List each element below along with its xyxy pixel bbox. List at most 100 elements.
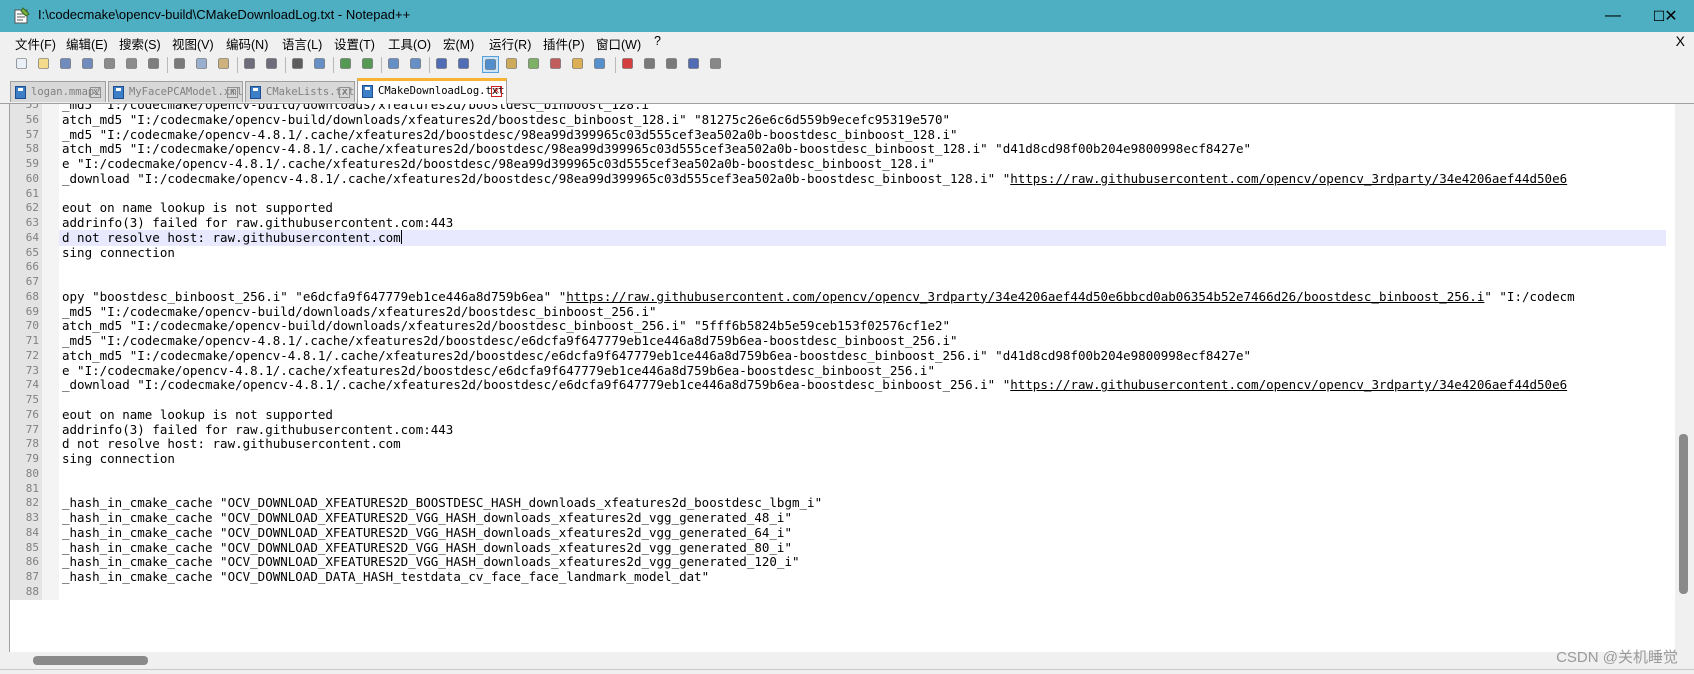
tab-close-icon[interactable]: x: [491, 86, 502, 97]
copy-icon[interactable]: [194, 56, 211, 73]
fold-margin[interactable]: [42, 421, 59, 438]
sync-horizontal-icon[interactable]: [408, 56, 425, 73]
fold-margin[interactable]: [42, 215, 59, 231]
url-link[interactable]: https://raw.githubusercontent.com/opencv…: [566, 289, 1484, 304]
close-window-button[interactable]: ✕: [1648, 0, 1694, 32]
url-link[interactable]: https://raw.githubusercontent.com/opencv…: [1010, 377, 1567, 392]
fold-margin[interactable]: [42, 554, 59, 571]
menu-macro[interactable]: 宏(M): [443, 34, 474, 53]
close-all-icon[interactable]: [124, 56, 141, 73]
editor-line[interactable]: 71 _md5 "I:/codecmake/opencv-4.8.1/.cache…: [10, 333, 1666, 349]
indent-guide-icon[interactable]: [482, 56, 499, 73]
fold-margin[interactable]: [42, 318, 59, 335]
tab-cmakelists-txt[interactable]: CMakeLists.txt x: [245, 81, 355, 102]
vertical-scrollbar[interactable]: [1675, 104, 1692, 652]
sync-vertical-icon[interactable]: [386, 56, 403, 73]
editor-line[interactable]: 88: [10, 583, 1666, 600]
new-file-icon[interactable]: [14, 56, 31, 73]
fold-margin[interactable]: [42, 156, 59, 172]
doc-map-icon[interactable]: [526, 56, 543, 73]
fold-margin[interactable]: [42, 406, 59, 423]
editor-line[interactable]: 67: [10, 274, 1666, 290]
menu-help[interactable]: ?: [654, 34, 661, 48]
tab-logan-mmap2[interactable]: logan.mmap2 x: [10, 81, 106, 102]
redo-icon[interactable]: [264, 56, 281, 73]
folder-workspace-icon[interactable]: [570, 56, 587, 73]
fold-margin[interactable]: [42, 229, 59, 246]
fold-margin[interactable]: [42, 569, 59, 585]
editor-line[interactable]: 83 _hash_in_cmake_cache "OCV_DOWNLOAD_XFE…: [10, 510, 1666, 526]
editor-line[interactable]: 65 sing connection: [10, 244, 1666, 261]
language-icon[interactable]: [504, 56, 521, 73]
editor-line[interactable]: 57 _md5 "I:/codecmake/opencv-4.8.1/.cache…: [10, 126, 1666, 143]
monitoring-icon[interactable]: [592, 56, 609, 73]
fold-margin[interactable]: [42, 200, 59, 217]
editor-line[interactable]: 58 atch_md5 "I:/codecmake/opencv-4.8.1/.c…: [10, 141, 1666, 158]
fold-margin[interactable]: [42, 436, 59, 453]
fold-margin[interactable]: [42, 465, 59, 482]
editor-line[interactable]: 60 _download "I:/codecmake/opencv-4.8.1/.…: [10, 170, 1666, 187]
cut-icon[interactable]: [172, 56, 189, 73]
fold-margin[interactable]: [42, 170, 59, 187]
paste-icon[interactable]: [216, 56, 233, 73]
editor-line[interactable]: 87 _hash_in_cmake_cache "OCV_DOWNLOAD_DAT…: [10, 569, 1666, 585]
fold-margin[interactable]: [42, 539, 59, 556]
editor-line[interactable]: 68 opy "boostdesc_binboost_256.i" "e6dcfa…: [10, 288, 1666, 305]
stop-macro-icon[interactable]: [642, 56, 659, 73]
vertical-scrollbar-thumb[interactable]: [1679, 434, 1688, 594]
editor-line[interactable]: 78 d not resolve host: raw.githubusercont…: [10, 436, 1666, 453]
close-icon[interactable]: [102, 56, 119, 73]
editor-line[interactable]: 80: [10, 465, 1666, 482]
tab-myfacepcamodel-xml[interactable]: MyFacePCAModel.xml x: [108, 81, 243, 102]
menu-search[interactable]: 搜索(S): [119, 34, 161, 53]
replace-icon[interactable]: [312, 56, 329, 73]
close-document-button[interactable]: X: [1676, 33, 1685, 49]
save-icon[interactable]: [58, 56, 75, 73]
menu-plugins[interactable]: 插件(P): [543, 34, 585, 53]
fold-margin[interactable]: [42, 347, 59, 364]
editor-line[interactable]: 76 eout on name lookup is not supported: [10, 406, 1666, 423]
fold-margin[interactable]: [42, 185, 59, 202]
editor-line[interactable]: 59 e "I:/codecmake/opencv-4.8.1/.cache/xf…: [10, 156, 1666, 172]
menu-encoding[interactable]: 编码(N): [226, 34, 268, 53]
tab-close-icon[interactable]: x: [339, 87, 350, 98]
editor-line[interactable]: 61: [10, 185, 1666, 202]
editor-line[interactable]: 75: [10, 392, 1666, 408]
record-macro-icon[interactable]: [620, 56, 637, 73]
menu-file[interactable]: 文件(F): [15, 34, 56, 53]
editor-line[interactable]: 63 addrinfo(3) failed for raw.githubuserc…: [10, 215, 1666, 231]
editor-line[interactable]: 69 _md5 "I:/codecmake/opencv-build/downlo…: [10, 303, 1666, 320]
undo-icon[interactable]: [242, 56, 259, 73]
fold-margin[interactable]: [42, 141, 59, 158]
fold-margin[interactable]: [42, 274, 59, 290]
menu-language[interactable]: 语言(L): [282, 34, 322, 53]
fold-margin[interactable]: [42, 303, 59, 320]
fold-margin[interactable]: [42, 495, 59, 512]
editor-line[interactable]: 72 atch_md5 "I:/codecmake/opencv-4.8.1/.c…: [10, 347, 1666, 364]
fold-margin[interactable]: [42, 510, 59, 526]
fold-margin[interactable]: [42, 288, 59, 305]
title-bar[interactable]: I:\codecmake\opencv-build\CMakeDownloadL…: [0, 0, 1694, 32]
print-icon[interactable]: [146, 56, 163, 73]
fold-margin[interactable]: [42, 451, 59, 467]
fold-margin[interactable]: [42, 126, 59, 143]
fold-margin[interactable]: [42, 333, 59, 349]
fold-margin[interactable]: [42, 583, 59, 600]
editor-line[interactable]: 79 sing connection: [10, 451, 1666, 467]
editor-line[interactable]: 64 d not resolve host: raw.githubusercont…: [10, 229, 1666, 246]
horizontal-scrollbar[interactable]: [9, 652, 1675, 669]
fold-margin[interactable]: [42, 259, 59, 276]
fold-margin[interactable]: [42, 244, 59, 261]
zoom-out-icon[interactable]: [360, 56, 377, 73]
save-macro-icon[interactable]: [708, 56, 725, 73]
fold-margin[interactable]: [42, 377, 59, 394]
play-macro-icon[interactable]: [664, 56, 681, 73]
show-all-chars-icon[interactable]: [456, 56, 473, 73]
editor-line[interactable]: 70 atch_md5 "I:/codecmake/opencv-build/do…: [10, 318, 1666, 335]
function-list-icon[interactable]: [548, 56, 565, 73]
zoom-in-icon[interactable]: [338, 56, 355, 73]
find-icon[interactable]: [290, 56, 307, 73]
menu-settings[interactable]: 设置(T): [334, 34, 375, 53]
menu-window[interactable]: 窗口(W): [596, 34, 641, 53]
editor-line[interactable]: 81: [10, 480, 1666, 497]
